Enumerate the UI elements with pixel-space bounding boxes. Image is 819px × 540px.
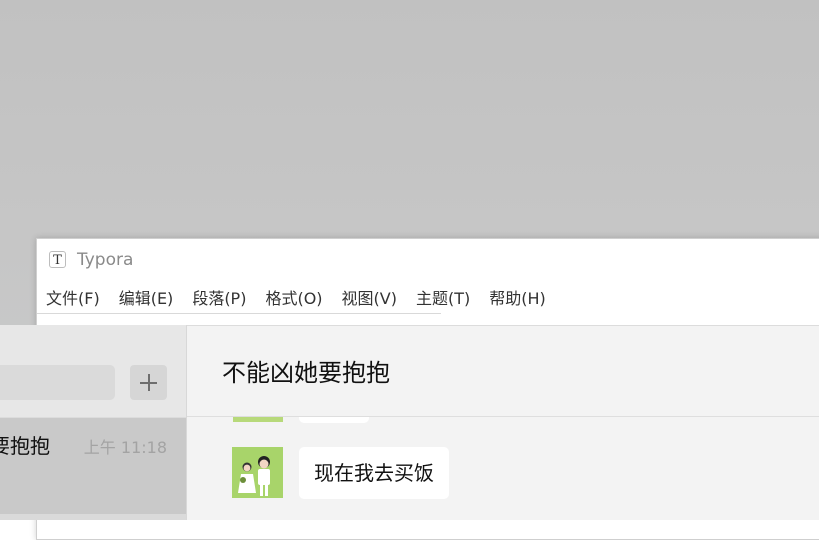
menu-view[interactable]: 视图(V) [342, 287, 397, 311]
plus-icon [140, 374, 157, 391]
previous-message-bubble[interactable] [299, 417, 369, 423]
message-area[interactable]: 现在我去买饭 [187, 417, 819, 520]
chat-title: 不能凶她要抱抱 [222, 359, 390, 387]
menu-help[interactable]: 帮助(H) [489, 287, 546, 311]
message-text: 现在我去买饭 [314, 461, 434, 485]
next-chat-item[interactable] [0, 514, 186, 520]
chat-list-panel: 要抱抱 上午 11:18 [0, 325, 186, 520]
window-title: Typora [77, 250, 134, 270]
menu-bar: 文件(F) 编辑(E) 段落(P) 格式(O) 视图(V) 主题(T) 帮助(H… [37, 287, 565, 311]
search-input[interactable] [0, 365, 115, 400]
previous-avatar[interactable] [233, 417, 283, 422]
wechat-window: 要抱抱 上午 11:18 不能凶她要抱抱 [0, 325, 819, 520]
chat-list-item[interactable]: 要抱抱 上午 11:18 [0, 418, 186, 514]
menu-paragraph[interactable]: 段落(P) [192, 287, 246, 311]
chat-header: 不能凶她要抱抱 [187, 325, 819, 416]
typora-logo-icon: T [49, 251, 66, 268]
menu-file[interactable]: 文件(F) [46, 287, 100, 311]
chat-item-name: 要抱抱 [0, 434, 50, 458]
chat-panel: 不能凶她要抱抱 现在我去买饭 [187, 325, 819, 520]
menu-theme[interactable]: 主题(T) [416, 287, 470, 311]
typora-title-bar[interactable]: T Typora [37, 239, 819, 283]
menu-edit[interactable]: 编辑(E) [119, 287, 174, 311]
add-chat-button[interactable] [130, 365, 167, 400]
avatar-couple-icon [232, 447, 283, 498]
message-bubble[interactable]: 现在我去买饭 [299, 447, 449, 499]
chat-item-time: 上午 11:18 [83, 438, 167, 457]
menu-divider [37, 313, 441, 314]
avatar[interactable] [232, 447, 283, 498]
menu-format[interactable]: 格式(O) [265, 287, 322, 311]
